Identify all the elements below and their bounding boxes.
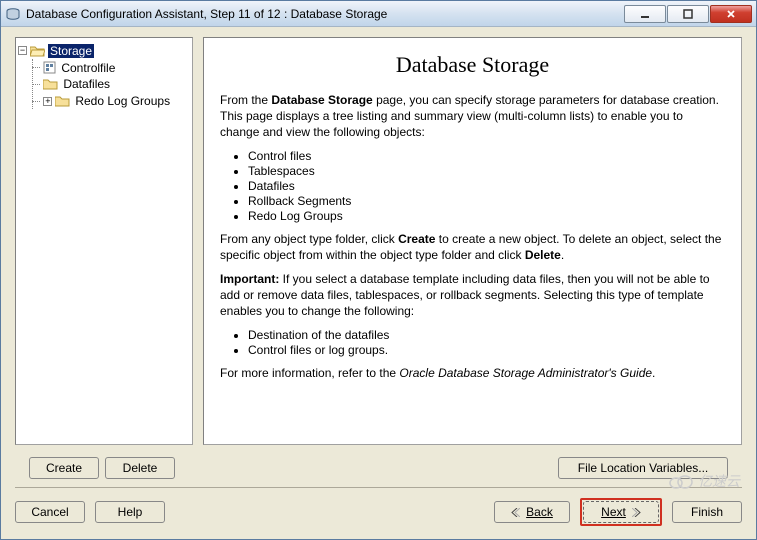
close-button[interactable] [710, 5, 752, 23]
titlebar: Database Configuration Assistant, Step 1… [1, 1, 756, 27]
tree-label-controlfile[interactable]: Controlfile [59, 61, 117, 75]
expand-icon[interactable]: + [43, 97, 52, 106]
tree-node-storage[interactable]: − Storage [18, 42, 190, 59]
object-list: Control files Tablespaces Datafiles Roll… [248, 149, 725, 223]
list-item: Destination of the datafiles [248, 328, 725, 342]
app-icon [5, 6, 21, 22]
minimize-button[interactable] [624, 5, 666, 23]
action-row: Create Delete File Location Variables... [15, 455, 742, 488]
tree-label-datafiles[interactable]: Datafiles [61, 77, 112, 91]
collapse-icon[interactable]: − [18, 46, 27, 55]
delete-button[interactable]: Delete [105, 457, 175, 479]
next-highlight: Next [580, 498, 662, 526]
finish-button[interactable]: Finish [672, 501, 742, 523]
back-button[interactable]: Back [494, 501, 570, 523]
chevron-right-icon [632, 508, 641, 517]
page-title: Database Storage [220, 52, 725, 78]
maximize-button[interactable] [667, 5, 709, 23]
tree-label-storage[interactable]: Storage [48, 44, 94, 58]
help-button[interactable]: Help [95, 501, 165, 523]
window-frame: Database Configuration Assistant, Step 1… [0, 0, 757, 540]
next-button[interactable]: Next [583, 501, 659, 523]
tree-node-datafiles[interactable]: Datafiles [33, 76, 190, 93]
nav-row: Cancel Help Back Next Finish [1, 488, 756, 536]
window-controls [623, 5, 752, 23]
chevron-left-icon [511, 508, 520, 517]
list-item: Datafiles [248, 179, 725, 193]
create-button[interactable]: Create [29, 457, 99, 479]
list-item: Tablespaces [248, 164, 725, 178]
body-text: From the Database Storage page, you can … [220, 92, 725, 381]
tree-label-redolog[interactable]: Redo Log Groups [73, 94, 172, 108]
tree-node-controlfile[interactable]: Controlfile [33, 59, 190, 76]
list-item: Control files or log groups. [248, 343, 725, 357]
paragraph-intro: From the Database Storage page, you can … [220, 92, 725, 141]
template-list: Destination of the datafiles Control fil… [248, 328, 725, 357]
list-item: Rollback Segments [248, 194, 725, 208]
paragraph-create-delete: From any object type folder, click Creat… [220, 231, 725, 263]
list-item: Redo Log Groups [248, 209, 725, 223]
tree-children: Controlfile Datafiles + Redo Log Groups [32, 59, 190, 109]
main-panel: Database Storage From the Database Stora… [203, 37, 742, 445]
tree-node-redolog[interactable]: + Redo Log Groups [33, 92, 190, 109]
paragraph-moreinfo: For more information, refer to the Oracl… [220, 365, 725, 381]
list-item: Control files [248, 149, 725, 163]
file-location-variables-button[interactable]: File Location Variables... [558, 457, 728, 479]
folder-open-icon [30, 45, 45, 57]
window-title: Database Configuration Assistant, Step 1… [26, 7, 623, 21]
folder-icon [55, 95, 70, 107]
folder-icon [43, 78, 58, 90]
file-icon [43, 61, 56, 74]
storage-tree[interactable]: − Storage Controlfile Datafiles + Redo Log… [15, 37, 193, 445]
content-area: − Storage Controlfile Datafiles + Redo Log… [1, 27, 756, 455]
cancel-button[interactable]: Cancel [15, 501, 85, 523]
paragraph-important: Important: If you select a database temp… [220, 271, 725, 320]
